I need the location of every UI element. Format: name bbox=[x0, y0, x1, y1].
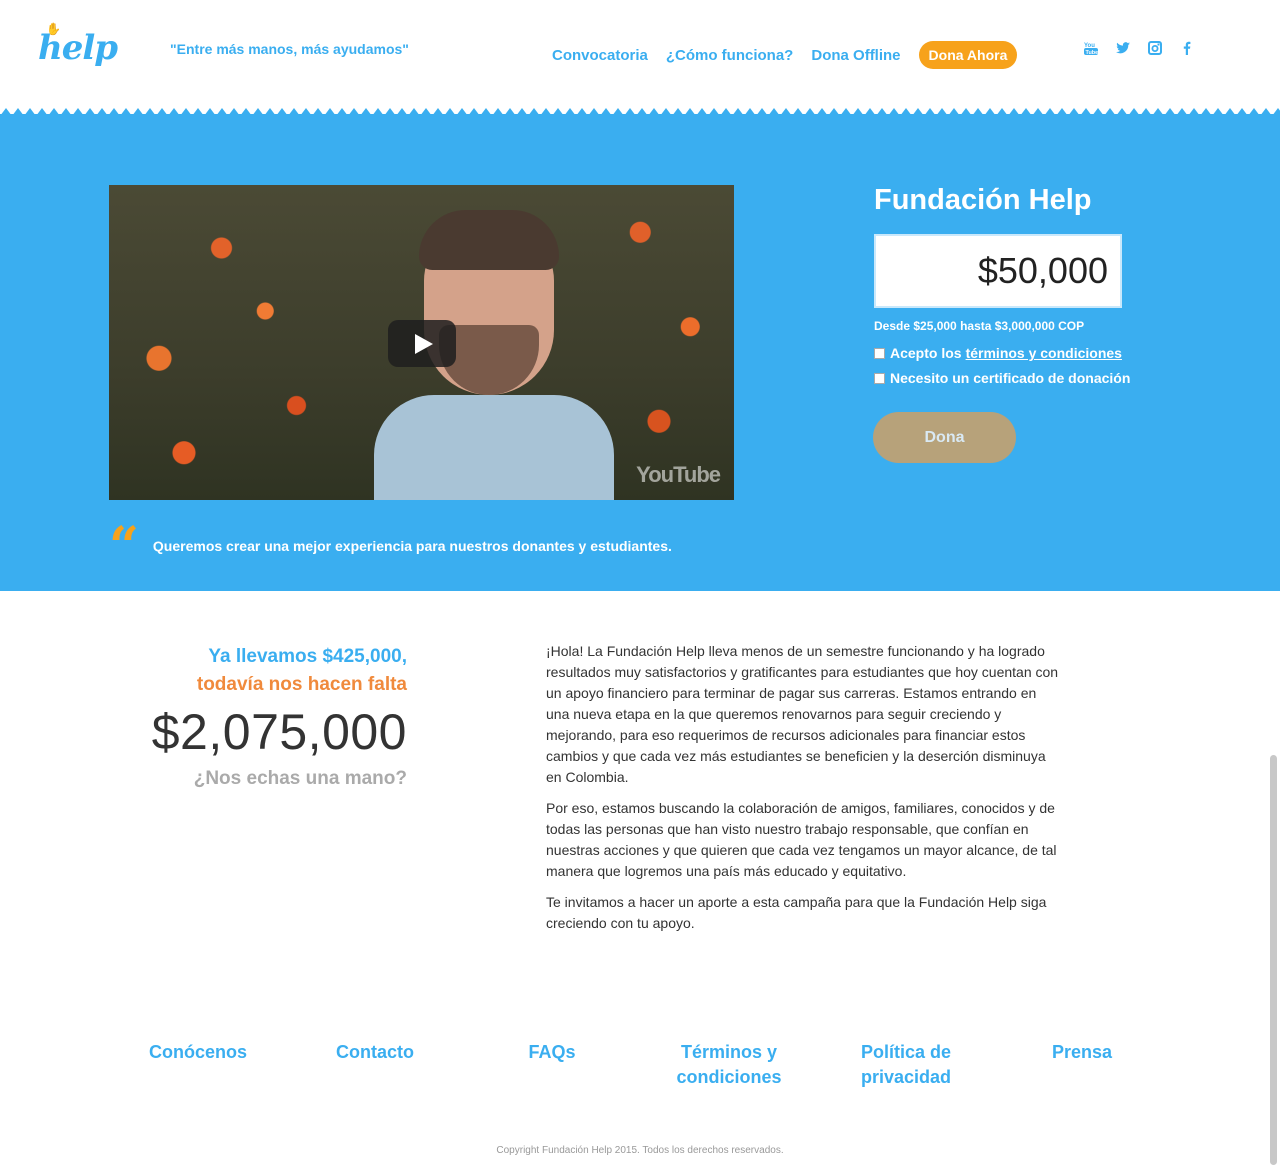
footer-link-privacidad[interactable]: Política de privacidad bbox=[816, 1040, 996, 1090]
nav-convocatoria[interactable]: Convocatoria bbox=[552, 47, 648, 64]
dona-ahora-button[interactable]: Dona Ahora bbox=[918, 41, 1018, 69]
main-nav: Convocatoria ¿Cómo funciona? Dona Offlin… bbox=[552, 40, 1035, 70]
nav-como-funciona[interactable]: ¿Cómo funciona? bbox=[666, 47, 794, 64]
certificate-checkbox-row[interactable]: Necesito un certificado de donación bbox=[874, 370, 1130, 386]
play-button[interactable] bbox=[388, 320, 456, 367]
raised-text: Ya llevamos $425,000, bbox=[208, 646, 407, 667]
nav-dona-offline[interactable]: Dona Offline bbox=[811, 47, 900, 64]
video-player[interactable]: YouTube bbox=[109, 185, 734, 500]
footer-link-terminos[interactable]: Términos y condiciones bbox=[639, 1040, 819, 1090]
svg-text:Tube: Tube bbox=[1086, 50, 1099, 56]
instagram-icon[interactable] bbox=[1146, 40, 1164, 58]
tagline: "Entre más manos, más ayudamos" bbox=[170, 41, 409, 57]
quote-icon: “ bbox=[109, 516, 139, 577]
quote-text: Queremos crear una mejor experiencia par… bbox=[152, 538, 672, 554]
amount-input[interactable]: $50,000 bbox=[874, 234, 1122, 308]
hand-icon: ✋ bbox=[46, 22, 61, 36]
donate-button[interactable]: Dona bbox=[873, 412, 1016, 463]
missing-text: todavía nos hacen falta bbox=[196, 674, 407, 695]
footer-link-conocenos[interactable]: Conócenos bbox=[108, 1040, 288, 1065]
amount-range: Desde $25,000 hasta $3,000,000 COP bbox=[874, 319, 1085, 333]
facebook-icon[interactable] bbox=[1178, 40, 1196, 58]
paragraph: ¡Hola! La Fundación Help lleva menos de … bbox=[546, 643, 1059, 785]
campaign-stats: Ya llevamos $425,000, todavía nos hacen … bbox=[100, 643, 407, 793]
footer-link-contacto[interactable]: Contacto bbox=[285, 1040, 465, 1065]
scrollbar[interactable] bbox=[1270, 755, 1277, 1165]
footer-links: Conócenos Contacto FAQs Términos y condi… bbox=[110, 1040, 1170, 1100]
ask-text: ¿Nos echas una mano? bbox=[193, 768, 407, 789]
social-links: You Tube bbox=[1082, 40, 1196, 58]
remaining-amount: $2,075,000 bbox=[151, 704, 407, 760]
site-header: ✋ help "Entre más manos, más ayudamos" C… bbox=[0, 0, 1280, 112]
certificate-label: Necesito un certificado de donación bbox=[890, 370, 1131, 386]
hero-section: YouTube “ Queremos crear una mejor exper… bbox=[0, 114, 1280, 591]
youtube-watermark: YouTube bbox=[636, 462, 721, 487]
terms-link[interactable]: términos y condiciones bbox=[966, 345, 1122, 361]
certificate-checkbox[interactable] bbox=[874, 372, 885, 384]
footer-link-faqs[interactable]: FAQs bbox=[462, 1040, 642, 1065]
terms-checkbox-row[interactable]: Acepto los términos y condiciones bbox=[874, 345, 1122, 361]
terms-checkbox[interactable] bbox=[874, 347, 885, 359]
copyright: Copyright Fundación Help 2015. Todos los… bbox=[496, 1145, 784, 1156]
terms-label: Acepto los bbox=[890, 345, 962, 361]
footer-link-prensa[interactable]: Prensa bbox=[992, 1040, 1172, 1065]
hero-quote: “ Queremos crear una mejor experiencia p… bbox=[109, 516, 672, 577]
paragraph: Por eso, estamos buscando la colaboració… bbox=[546, 800, 1057, 879]
help-logo[interactable]: ✋ help bbox=[38, 22, 118, 68]
paragraph: Te invitamos a hacer un aporte a esta ca… bbox=[546, 894, 1047, 931]
campaign-description: ¡Hola! La Fundación Help lleva menos de … bbox=[546, 641, 1061, 944]
twitter-icon[interactable] bbox=[1114, 40, 1132, 58]
youtube-icon[interactable]: You Tube bbox=[1082, 40, 1100, 58]
donate-title: Fundación Help bbox=[874, 184, 1092, 216]
